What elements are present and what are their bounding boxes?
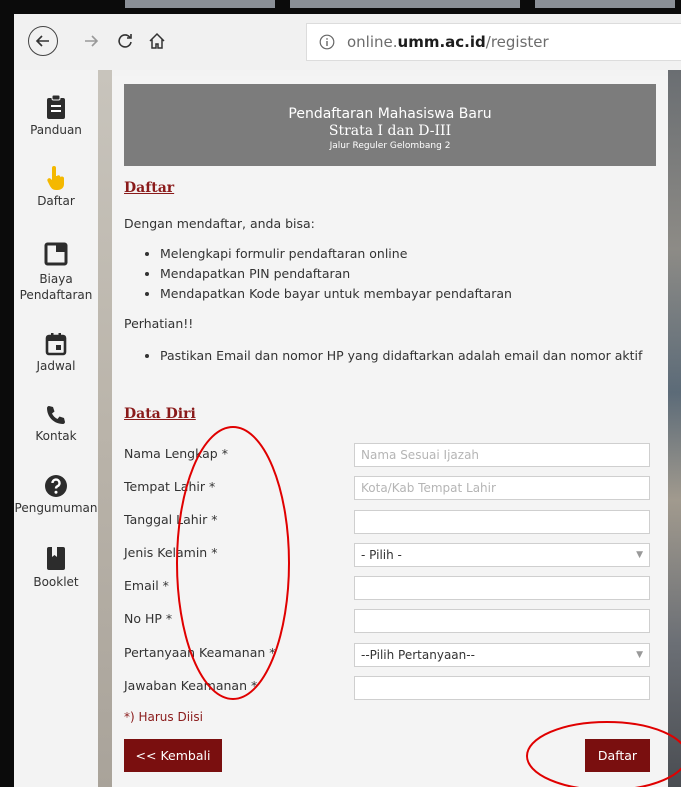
intro-text: Dengan mendaftar, anda bisa: [124, 216, 315, 231]
jenis-kelamin-select[interactable]: - Pilih - ▼ [354, 543, 650, 567]
banner-subtitle: Strata I dan D-III [328, 123, 452, 139]
home-button[interactable] [142, 26, 172, 56]
label-tanggal-lahir: Tanggal Lahir * [124, 512, 218, 527]
url-text: online.umm.ac.id/register [347, 33, 549, 51]
section-title-data-diri: Data Diri [124, 406, 196, 422]
required-note: *) Harus Diisi [124, 710, 203, 724]
label-jenis-kelamin: Jenis Kelamin * [124, 545, 218, 560]
list-item: Mendapatkan Kode bayar untuk membayar pe… [160, 284, 512, 304]
info-icon [319, 34, 335, 50]
arrow-right-icon [85, 35, 99, 47]
select-value: - Pilih - [361, 548, 402, 562]
background-image-left [98, 70, 112, 787]
email-input[interactable] [354, 576, 650, 600]
label-nama-lengkap: Nama Lengkap * [124, 446, 228, 461]
sidebar-item-pengumuman[interactable]: Pengumuman [14, 474, 98, 515]
label-jawaban-keamanan: Jawaban Keamanan * [124, 678, 258, 693]
help-icon [45, 475, 67, 497]
submit-daftar-button[interactable]: Daftar [585, 739, 650, 772]
attention-text: Perhatian!! [124, 316, 194, 331]
sidebar-item-jadwal[interactable]: Jadwal [14, 332, 98, 373]
tanggal-lahir-input[interactable] [354, 510, 650, 534]
browser-toolbar: online.umm.ac.id/register [14, 14, 681, 70]
no-hp-input[interactable] [354, 609, 650, 633]
address-bar[interactable]: online.umm.ac.id/register [306, 23, 681, 61]
label-email: Email * [124, 578, 169, 593]
select-value: --Pilih Pertanyaan-- [361, 648, 475, 662]
pertanyaan-keamanan-select[interactable]: --Pilih Pertanyaan-- ▼ [354, 643, 650, 667]
tempat-lahir-input[interactable] [354, 476, 650, 500]
reload-icon [118, 34, 132, 48]
chevron-down-icon: ▼ [636, 550, 643, 560]
banner-title: Pendaftaran Mahasiswa Baru [288, 106, 492, 122]
label-no-hp: No HP * [124, 611, 173, 626]
attention-list: Pastikan Email dan nomor HP yang didafta… [124, 346, 642, 366]
forward-button[interactable] [76, 26, 106, 56]
sidebar-item-booklet[interactable]: Booklet [14, 546, 98, 589]
window-icon [44, 242, 68, 266]
arrow-left-icon [35, 35, 49, 47]
jawaban-keamanan-input[interactable] [354, 676, 650, 700]
calendar-icon [45, 333, 67, 356]
list-item: Melengkapi formulir pendaftaran online [160, 244, 512, 264]
sidebar: Panduan Daftar Biaya Pendaftaran Jadwal … [14, 70, 98, 787]
sidebar-item-daftar[interactable]: Daftar [14, 165, 98, 208]
nama-lengkap-input[interactable] [354, 443, 650, 467]
registration-card: Pendaftaran Mahasiswa Baru Strata I dan … [112, 76, 668, 787]
label-tempat-lahir: Tempat Lahir * [124, 479, 216, 494]
sidebar-item-kontak[interactable]: Kontak [14, 404, 98, 443]
page-banner: Pendaftaran Mahasiswa Baru Strata I dan … [124, 84, 656, 166]
browser-window: online.umm.ac.id/register Panduan Daftar… [14, 14, 681, 787]
back-button[interactable] [28, 26, 58, 56]
clipboard-icon [47, 94, 65, 119]
book-icon [47, 547, 65, 570]
hand-pointer-icon [47, 166, 65, 190]
list-item: Mendapatkan PIN pendaftaran [160, 264, 512, 284]
top-strip [0, 0, 681, 14]
background-image-right [668, 70, 681, 787]
label-pertanyaan-keamanan: Pertanyaan Keamanan * [124, 645, 276, 660]
list-item: Pastikan Email dan nomor HP yang didafta… [160, 346, 642, 366]
section-title-daftar: Daftar [124, 180, 175, 196]
home-icon [149, 32, 165, 49]
chevron-down-icon: ▼ [636, 650, 643, 660]
phone-icon [47, 406, 65, 424]
benefit-list: Melengkapi formulir pendaftaran online M… [124, 244, 512, 304]
banner-caption: Jalur Reguler Gelombang 2 [329, 141, 451, 151]
back-kembali-button[interactable]: << Kembali [124, 739, 222, 772]
sidebar-item-biaya[interactable]: Biaya Pendaftaran [14, 242, 98, 303]
sidebar-item-panduan[interactable]: Panduan [14, 94, 98, 137]
reload-button[interactable] [110, 26, 140, 56]
